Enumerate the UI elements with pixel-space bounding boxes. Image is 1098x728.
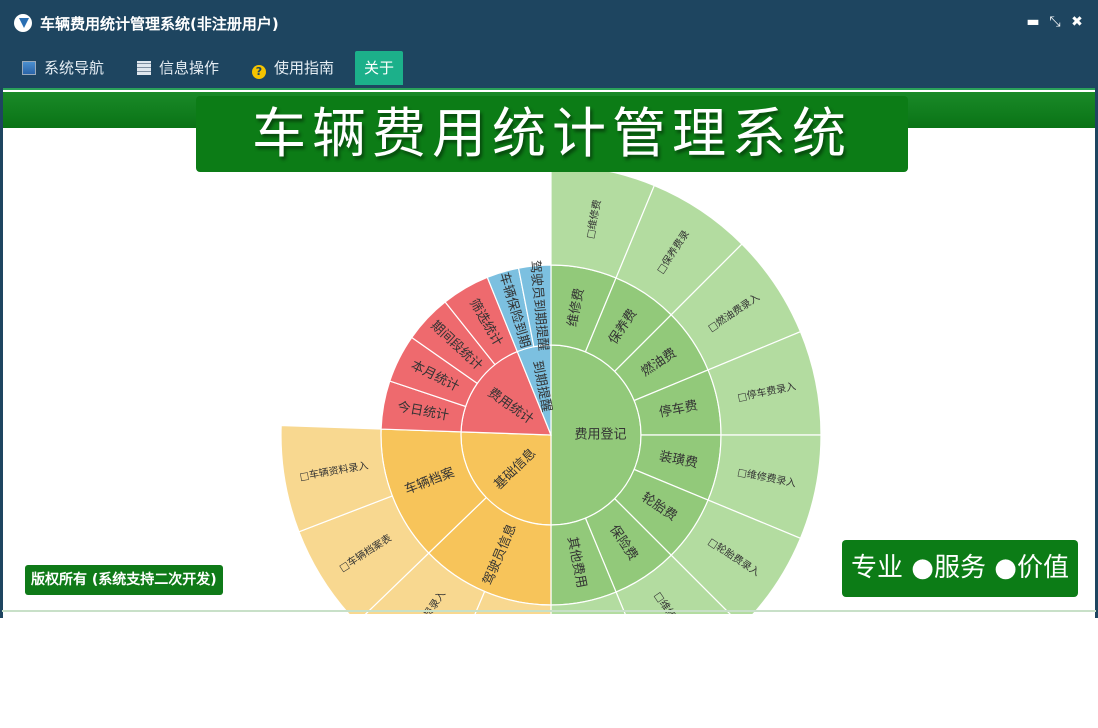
copyright-label: 版权所有 (系统支持二次开发) — [25, 565, 223, 595]
menu-label: 系统导航 — [44, 59, 105, 77]
main-title: 车辆费用统计管理系统 — [252, 102, 852, 165]
slogan-label: 专业 ●服务 ●价值 — [842, 540, 1078, 597]
menu-info-operation[interactable]: 信息操作 — [137, 51, 219, 85]
title-plate: 车辆费用统计管理系统 — [196, 96, 908, 172]
monitor-icon — [22, 61, 36, 75]
restore-button[interactable]: ⤡ — [1047, 14, 1063, 30]
help-icon: ? — [252, 65, 266, 79]
bottom-divider — [2, 610, 1096, 612]
main-content: 费用登记 维修费 □维修费 保养费 □保养费录 燃油费 □燃油费录入 停车费 □停车费录入 装璜费… — [3, 88, 1095, 618]
window-title: 车辆费用统计管理系统(非注册用户) — [40, 15, 279, 33]
menu-user-guide[interactable]: ? 使用指南 — [252, 51, 334, 85]
app-window: 车辆费用统计管理系统(非注册用户) ▬ ⤡ ✖ 系统导航 信息操作 ? 使用指南 … — [0, 0, 1098, 618]
title-bar: 车辆费用统计管理系统(非注册用户) ▬ ⤡ ✖ — [0, 0, 1098, 46]
menu-label: 信息操作 — [159, 59, 220, 77]
minimize-button[interactable]: ▬ — [1025, 14, 1041, 30]
menu-system-nav[interactable]: 系统导航 — [22, 51, 104, 85]
app-logo-icon — [14, 14, 32, 32]
menu-label: 使用指南 — [274, 59, 335, 77]
sunburst-group-label: 费用登记 — [574, 428, 626, 443]
menu-about[interactable]: 关于 — [355, 51, 404, 85]
grid-icon — [137, 61, 151, 75]
menu-label: 关于 — [364, 59, 395, 77]
menu-bar: 系统导航 信息操作 ? 使用指南 关于 — [0, 46, 1098, 88]
close-button[interactable]: ✖ — [1069, 14, 1085, 30]
